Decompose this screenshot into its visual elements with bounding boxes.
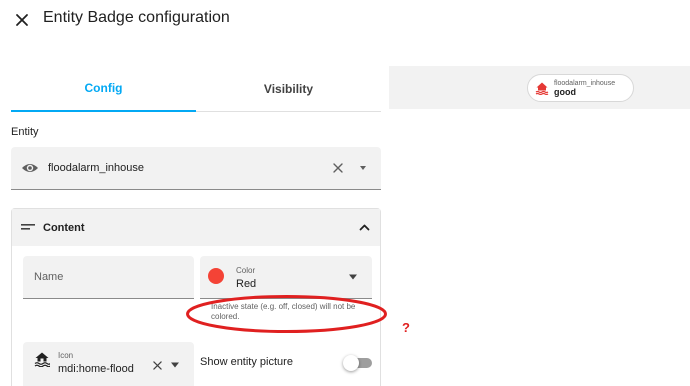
- tab-bar: Config Visibility: [11, 66, 381, 112]
- color-swatch: [208, 268, 224, 284]
- entity-badge[interactable]: floodalarm_inhouse good: [527, 74, 634, 102]
- name-input[interactable]: Name: [23, 256, 194, 299]
- clear-entity-button[interactable]: [331, 161, 345, 175]
- badge-text: floodalarm_inhouse good: [554, 80, 615, 97]
- home-flood-icon: [535, 81, 549, 95]
- caret-down-icon[interactable]: [358, 164, 368, 172]
- show-entity-picture-toggle[interactable]: [343, 355, 372, 371]
- dialog-header: Entity Badge configuration: [0, 0, 690, 40]
- color-label: Color: [236, 266, 256, 275]
- clear-icon-button[interactable]: [151, 359, 163, 371]
- badge-entity-name: floodalarm_inhouse: [554, 79, 616, 87]
- close-icon: [152, 360, 162, 370]
- caret-down-icon[interactable]: [170, 362, 180, 368]
- annotation-ellipse: [186, 295, 387, 333]
- dialog-title: Entity Badge configuration: [43, 9, 230, 26]
- content-panel-title: Content: [43, 222, 85, 234]
- icon-picker[interactable]: Icon mdi:home-flood: [23, 342, 194, 386]
- toggle-thumb: [343, 355, 359, 371]
- home-flood-icon: [34, 352, 50, 367]
- tab-config[interactable]: Config: [11, 66, 196, 112]
- close-button[interactable]: [11, 9, 33, 31]
- close-icon: [333, 163, 343, 173]
- icon-label: Icon: [58, 351, 74, 360]
- badge-preview: floodalarm_inhouse good: [389, 66, 690, 109]
- icon-value: mdi:home-flood: [58, 363, 134, 375]
- entity-value: floodalarm_inhouse: [48, 162, 145, 174]
- color-value: Red: [236, 278, 257, 290]
- caret-down-icon: [349, 274, 357, 280]
- tab-visibility[interactable]: Visibility: [196, 66, 381, 112]
- color-select[interactable]: Color Red: [200, 256, 372, 299]
- badge-state: good: [554, 86, 576, 97]
- entity-label: Entity: [11, 126, 39, 138]
- eye-icon: [22, 164, 38, 172]
- entity-picker[interactable]: floodalarm_inhouse: [11, 147, 381, 190]
- name-placeholder: Name: [34, 271, 64, 283]
- close-icon: [16, 14, 28, 26]
- content-panel-header[interactable]: Content: [12, 209, 380, 246]
- annotation-question-mark: ?: [402, 320, 410, 335]
- text-lines-icon: [21, 224, 35, 230]
- show-entity-picture-label: Show entity picture: [200, 356, 293, 368]
- chevron-up-icon[interactable]: [359, 223, 370, 231]
